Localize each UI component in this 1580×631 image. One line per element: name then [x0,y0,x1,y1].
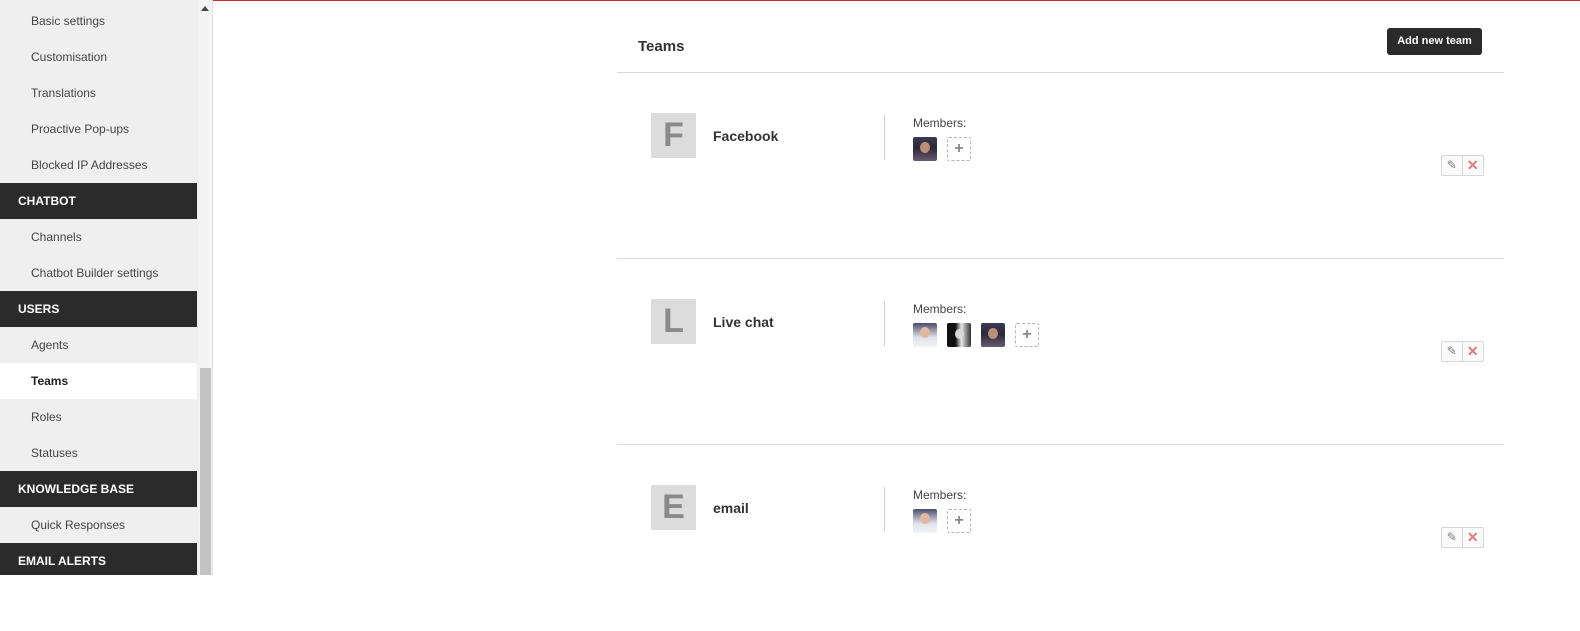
divider [884,487,885,532]
sidebar-section-users[interactable]: USERS [0,291,197,327]
sidebar-item-roles[interactable]: Roles [0,399,197,435]
sidebar-item-basic-settings[interactable]: Basic settings [0,3,197,39]
team-name: email [713,500,749,516]
sidebar-item-teams[interactable]: Teams [0,363,197,399]
members-label: Members: [913,302,967,316]
add-member-plus-icon[interactable]: + [1015,323,1039,347]
team-avatar-letter: L [651,299,696,344]
members-label: Members: [913,116,967,130]
sidebar-item-proactive-popups[interactable]: Proactive Pop-ups [0,111,197,147]
team-avatar-letter: F [651,113,696,158]
delete-close-icon[interactable]: ✕ [1463,156,1483,175]
member-avatar[interactable] [981,323,1005,347]
add-new-team-button[interactable]: Add new team [1387,28,1482,55]
team-row-email: E email Members: + ✎ ✕ [617,445,1504,631]
edit-pencil-icon[interactable]: ✎ [1442,342,1463,361]
team-actions: ✎ ✕ [1441,527,1484,548]
sidebar-section-chatbot[interactable]: CHATBOT [0,183,197,219]
edit-pencil-icon[interactable]: ✎ [1442,156,1463,175]
team-actions: ✎ ✕ [1441,155,1484,176]
member-avatar[interactable] [913,509,937,533]
sidebar: Basic settings Customisation Translation… [0,0,213,575]
delete-close-icon[interactable]: ✕ [1463,342,1483,361]
team-name: Live chat [713,314,774,330]
sidebar-scrollbar[interactable] [199,0,212,575]
team-row-facebook: F Facebook Members: + ✎ ✕ [617,73,1504,259]
members-list: + [913,137,971,161]
divider [884,301,885,346]
team-actions: ✎ ✕ [1441,341,1484,362]
team-row-live-chat: L Live chat Members: + ✎ ✕ [617,259,1504,445]
divider [884,115,885,160]
sidebar-item-agents[interactable]: Agents [0,327,197,363]
sidebar-menu: Basic settings Customisation Translation… [0,3,197,575]
add-member-plus-icon[interactable]: + [947,137,971,161]
teams-panel: Teams Add new team F Facebook Members: +… [617,0,1504,575]
page-title: Teams [638,38,685,55]
scroll-up-arrow-icon[interactable] [201,6,209,11]
edit-pencil-icon[interactable]: ✎ [1442,528,1463,547]
members-list: + [913,323,1039,347]
sidebar-section-knowledge-base[interactable]: KNOWLEDGE BASE [0,471,197,507]
sidebar-item-channels[interactable]: Channels [0,219,197,255]
sidebar-item-statuses[interactable]: Statuses [0,435,197,471]
member-avatar[interactable] [913,137,937,161]
sidebar-section-email-alerts[interactable]: EMAIL ALERTS [0,543,197,575]
sidebar-item-customisation[interactable]: Customisation [0,39,197,75]
scrollbar-thumb[interactable] [200,368,211,575]
sidebar-item-translations[interactable]: Translations [0,75,197,111]
page-header: Teams Add new team [617,0,1504,73]
team-avatar-letter: E [651,485,696,530]
sidebar-item-blocked-ip[interactable]: Blocked IP Addresses [0,147,197,183]
member-avatar[interactable] [913,323,937,347]
delete-close-icon[interactable]: ✕ [1463,528,1483,547]
team-name: Facebook [713,128,779,144]
member-avatar[interactable] [947,323,971,347]
members-list: + [913,509,971,533]
sidebar-item-quick-responses[interactable]: Quick Responses [0,507,197,543]
sidebar-item-chatbot-builder[interactable]: Chatbot Builder settings [0,255,197,291]
add-member-plus-icon[interactable]: + [947,509,971,533]
members-label: Members: [913,488,967,502]
